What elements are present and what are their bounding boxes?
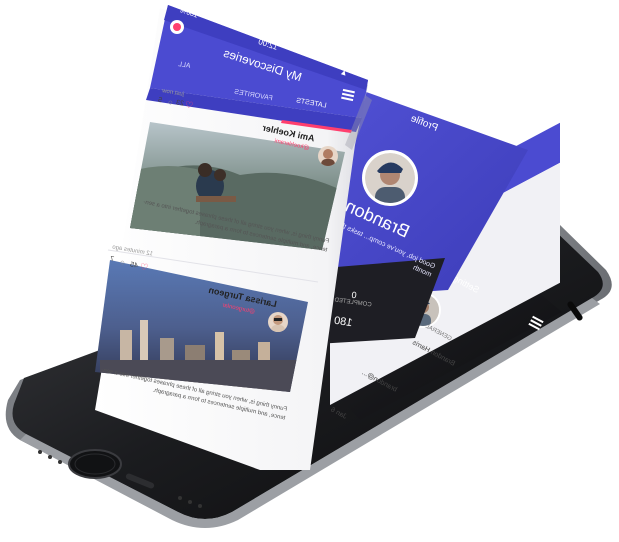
post-2-likes: 45: [129, 261, 139, 270]
post-1-likes: 23: [175, 99, 185, 108]
feed-screen: [0, 0, 619, 542]
feed-logo-icon: [170, 20, 184, 34]
feed-menu-icon[interactable]: [341, 88, 355, 102]
post-2-avatar: [268, 312, 288, 332]
post-1-avatar: [318, 146, 338, 166]
post-1-image[interactable]: [150, 150, 160, 160]
post-2-image[interactable]: [110, 300, 120, 310]
